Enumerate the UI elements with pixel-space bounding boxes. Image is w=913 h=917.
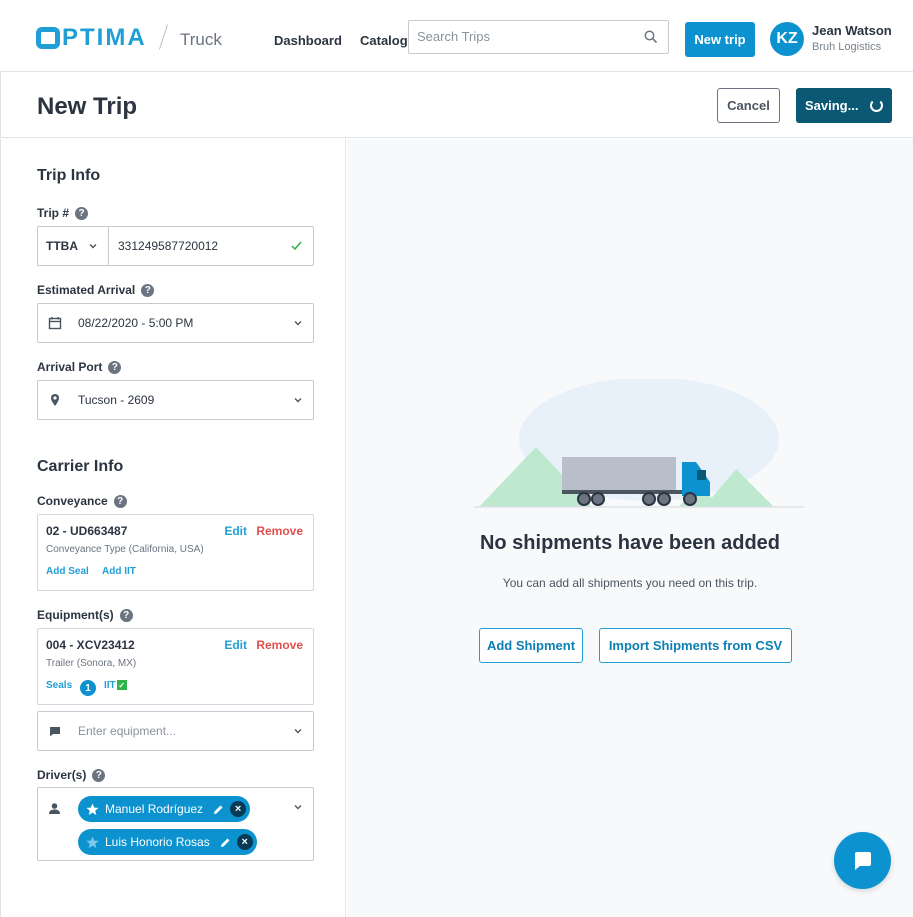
equipment-title: 004 - XCV23412 [46, 638, 135, 652]
equipment-subtitle: Trailer (Sonora, MX) [46, 658, 137, 669]
iit-link[interactable]: IIT ✓ [104, 680, 127, 691]
help-icon[interactable]: ? [119, 608, 133, 622]
empty-state-description: You can add all shipments you need on th… [502, 576, 758, 590]
import-csv-button[interactable]: Import Shipments from CSV [599, 628, 792, 663]
user-company: Bruh Logistics [812, 41, 882, 53]
remove-driver-icon[interactable]: × [230, 801, 247, 817]
chevron-down-icon [294, 321, 302, 326]
equipment-remove-link[interactable]: Remove [256, 638, 303, 652]
chat-bubble-icon [50, 727, 60, 737]
trip-info-title: Trip Info [37, 167, 101, 184]
pencil-icon[interactable] [213, 804, 224, 815]
seals-link[interactable]: Seals [46, 680, 72, 691]
conveyance-label-text: Conveyance [37, 494, 108, 508]
conveyance-label: Conveyance ? [37, 494, 127, 508]
trip-number-field: TTBA 331249587720012 [37, 226, 314, 266]
conveyance-card: 02 - UD663487 Conveyance Type (Californi… [37, 514, 314, 591]
truck-illustration [474, 379, 804, 508]
avatar[interactable]: KZ [770, 22, 804, 56]
shipments-panel: No shipments have been added You can add… [347, 139, 913, 917]
equipment-select[interactable]: Enter equipment... [37, 711, 314, 751]
arrival-label-text: Estimated Arrival [37, 283, 136, 297]
top-nav: PTIMA Truck Dashboard Catalogs New trip … [0, 0, 913, 72]
spinner-icon [870, 99, 883, 112]
conveyance-title: 02 - UD663487 [46, 524, 128, 538]
driver-chip[interactable]: Luis Honorio Rosas × [78, 829, 257, 855]
equipment-label-text: Equipment(s) [37, 608, 114, 622]
arrival-datetime-field[interactable]: 08/22/2020 - 5:00 PM [37, 303, 314, 343]
cancel-button[interactable]: Cancel [717, 88, 780, 123]
calendar-icon [48, 317, 62, 330]
optima-logo[interactable]: PTIMA [36, 24, 147, 51]
driver-chip[interactable]: Manuel Rodríguez × [78, 796, 251, 822]
search-box [408, 20, 669, 54]
drivers-select[interactable]: Manuel Rodríguez × Luis Honorio Rosas × [37, 787, 314, 861]
arrival-port-label-text: Arrival Port [37, 360, 103, 374]
search-icon[interactable] [644, 30, 658, 44]
user-name[interactable]: Jean Watson [812, 23, 892, 38]
trip-number-input[interactable]: 331249587720012 [118, 239, 218, 253]
arrival-port-select[interactable]: Tucson - 2609 [37, 380, 314, 420]
trip-prefix-select[interactable]: TTBA [38, 227, 109, 265]
new-trip-button[interactable]: New trip [685, 22, 755, 57]
help-icon[interactable]: ? [113, 494, 127, 508]
chevron-down-icon [294, 805, 302, 810]
logo-divider [159, 24, 168, 50]
star-icon[interactable] [86, 803, 99, 816]
pencil-icon[interactable] [220, 837, 231, 848]
driver-name: Luis Honorio Rosas [105, 835, 210, 849]
trip-form-panel: Trip Info Trip # ? TTBA 331249587720012 … [0, 139, 346, 917]
arrival-port-value: Tucson - 2609 [78, 393, 155, 407]
logo-mark [36, 27, 60, 49]
arrival-value: 08/22/2020 - 5:00 PM [78, 316, 194, 330]
add-iit-link[interactable]: Add IIT [102, 566, 136, 577]
help-icon[interactable]: ? [108, 360, 122, 374]
chevron-down-icon [294, 398, 302, 403]
conveyance-edit-link[interactable]: Edit [224, 524, 247, 538]
equipment-label: Equipment(s) ? [37, 608, 133, 622]
add-seal-link[interactable]: Add Seal [46, 566, 89, 577]
help-icon[interactable]: ? [92, 768, 106, 782]
carrier-info-title: Carrier Info [37, 458, 124, 475]
trip-number-label: Trip # ? [37, 206, 89, 220]
trip-prefix-value: TTBA [46, 239, 78, 253]
drivers-label-text: Driver(s) [37, 768, 87, 782]
seal-count-badge: 1 [80, 680, 96, 696]
nav-dashboard[interactable]: Dashboard [274, 33, 342, 48]
star-icon[interactable] [86, 836, 99, 849]
help-icon[interactable]: ? [75, 206, 89, 220]
arrival-port-label: Arrival Port ? [37, 360, 122, 374]
remove-driver-icon[interactable]: × [236, 834, 253, 850]
product-name: Truck [180, 30, 222, 49]
search-input[interactable] [409, 21, 629, 51]
page-title: New Trip [37, 93, 138, 120]
conveyance-remove-link[interactable]: Remove [256, 524, 303, 538]
trip-number-label-text: Trip # [37, 206, 70, 220]
drivers-label: Driver(s) ? [37, 768, 106, 782]
conveyance-subtitle: Conveyance Type (California, USA) [46, 544, 204, 555]
equipment-placeholder: Enter equipment... [78, 724, 177, 738]
help-icon[interactable]: ? [141, 283, 155, 297]
page-header: New Trip Cancel Saving... [0, 72, 913, 138]
chevron-down-icon [89, 244, 97, 249]
chat-icon [854, 851, 871, 870]
chevron-down-icon [294, 729, 302, 734]
check-icon: ✓ [116, 680, 127, 691]
iit-label: IIT [104, 680, 116, 691]
nav-catalogs[interactable]: Catalogs [360, 33, 415, 48]
person-icon [49, 803, 60, 814]
check-icon [291, 241, 302, 251]
location-pin-icon [51, 394, 59, 406]
equipment-edit-link[interactable]: Edit [224, 638, 247, 652]
empty-state-title: No shipments have been added [479, 532, 781, 554]
chat-button[interactable] [834, 832, 891, 889]
add-shipment-button[interactable]: Add Shipment [479, 628, 583, 663]
driver-name: Manuel Rodríguez [105, 802, 204, 816]
equipment-card: 004 - XCV23412 Trailer (Sonora, MX) Edit… [37, 628, 314, 705]
saving-label: Saving... [805, 98, 859, 113]
arrival-label: Estimated Arrival ? [37, 283, 155, 297]
logo-text: PTIMA [62, 24, 147, 51]
saving-button[interactable]: Saving... [796, 88, 892, 123]
